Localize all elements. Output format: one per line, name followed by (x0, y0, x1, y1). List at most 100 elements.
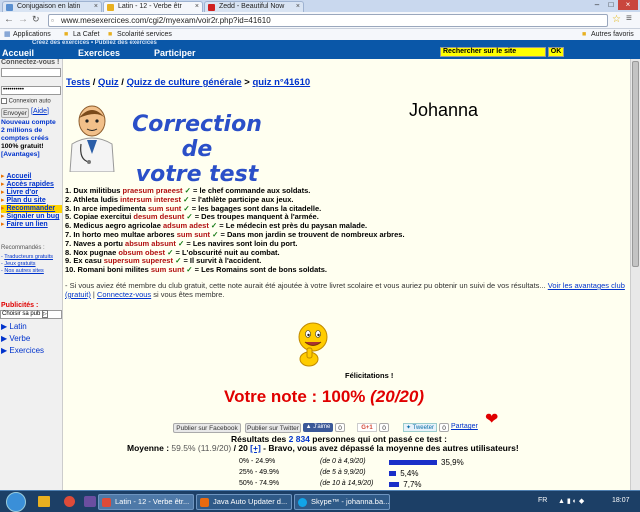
answer-suffix: = Des troupes manquent à l'armée. (192, 212, 319, 222)
explorer-icon[interactable] (38, 496, 50, 507)
password-mask: •••••••••• (3, 87, 25, 93)
nav-exercices[interactable]: Exercices (78, 48, 120, 58)
sidebar-item-plan[interactable]: Plan du site (6, 197, 45, 204)
promo-line[interactable]: Nouveau compte (1, 119, 62, 127)
search-input[interactable]: Rechercher sur le site (440, 47, 546, 57)
gplus-button[interactable]: G+1 (357, 423, 377, 432)
auto-login-checkbox[interactable] (1, 98, 7, 104)
sidebar-item-recommander[interactable]: Recommander (6, 205, 55, 212)
search-button[interactable]: OK (548, 47, 564, 57)
share-facebook-button[interactable]: Publier sur Facebook (173, 423, 241, 433)
bookmarks-bar: ▦ Applications ■ La Cafet ■ Scolarité se… (0, 29, 640, 40)
bookmark-scolarite[interactable]: Scolarité services (117, 29, 172, 40)
reload-icon[interactable]: ↻ (32, 14, 40, 25)
menu-icon[interactable]: ≡ (626, 13, 632, 24)
star-icon[interactable]: ☆ (612, 14, 621, 25)
stat-percent: 5,4% (400, 469, 419, 478)
breadcrumb-current[interactable]: quiz n°41610 (252, 77, 310, 88)
share-twitter-button[interactable]: Publier sur Twitter (245, 423, 301, 433)
stat-bar (389, 471, 397, 476)
close-icon[interactable]: × (296, 2, 300, 12)
answer-row: 5. Copiae exercitui desum desunt ✓ = Des… (65, 212, 319, 221)
stat-bar (389, 460, 437, 465)
language-indicator[interactable]: FR (538, 497, 547, 504)
browser-tab[interactable]: Zedd - Beautiful Now × (204, 1, 304, 12)
close-icon[interactable]: × (94, 2, 98, 12)
average-value: 59.5% (11.9/20) (171, 443, 232, 453)
help-link[interactable]: [Aide] (31, 108, 49, 115)
stat-detail: (de 10 à 14,9/20) (320, 480, 374, 487)
page-scrollbar[interactable] (630, 59, 640, 490)
recommend-link[interactable]: Traducteurs gratuits (4, 254, 53, 260)
taskbar-item[interactable]: Java Auto Updater d... (196, 494, 292, 510)
sidebar-item-acces-rapides[interactable]: Accès rapides (6, 181, 53, 188)
average-more-link[interactable]: [+] (250, 443, 261, 453)
like-label: J'aime (313, 424, 331, 430)
answer-prefix: 9. Ex casu (65, 256, 104, 266)
password-field[interactable]: •••••••••• (1, 86, 61, 95)
login-link[interactable]: Connectez-vous (97, 290, 151, 299)
maximize-icon[interactable]: □ (604, 0, 618, 10)
chrome-icon[interactable] (64, 496, 75, 507)
url-input[interactable]: ▫ www.mesexercices.com/cgi2/myexam/voir2… (48, 14, 608, 27)
bookmark-la-cafet[interactable]: La Cafet (73, 29, 99, 40)
tray-icons[interactable]: ▲ ▮ ◐ ◆ (558, 497, 584, 505)
category-verbe[interactable]: Verbe (9, 334, 30, 343)
stat-bar (389, 482, 400, 487)
sidebar-item-accueil[interactable]: Accueil (6, 173, 31, 180)
pub-select[interactable]: Choisir sa pub ▷ (0, 310, 62, 319)
minimize-icon[interactable]: – (590, 0, 604, 10)
stat-range: 0% - 24.9% (239, 458, 276, 465)
stat-percent: 35,9% (441, 458, 464, 467)
partager-link[interactable]: Partager (451, 423, 478, 430)
recommend-link[interactable]: Nos autres sites (4, 268, 43, 274)
answer-suffix: = l'athlète participe aux jeux. (189, 194, 294, 204)
answer-prefix: 6. Medicus aegro agricolae (65, 221, 163, 231)
taskbar: Latin - 12 - Verbe êtr... Java Auto Upda… (0, 490, 640, 512)
breadcrumb-tests[interactable]: Tests (66, 77, 90, 88)
scrollbar-thumb[interactable] (632, 61, 639, 267)
promo-line[interactable]: 2 millions de (1, 127, 62, 135)
facebook-like-button[interactable]: ▲ J'aime (303, 423, 333, 432)
promo-line[interactable]: comptes créés (1, 135, 62, 143)
bookmark-other[interactable]: Autres favoris (591, 29, 634, 40)
category-exercices[interactable]: Exercices (9, 346, 44, 355)
breadcrumb-culture[interactable]: Quizz de culture générale (127, 77, 242, 88)
taskbar-item[interactable]: Skype™ - johanna.ba... (294, 494, 390, 510)
browser-tab-strip: Conjugaison en latin × Latin - 12 - Verb… (0, 0, 640, 12)
start-button[interactable] (6, 492, 26, 512)
sidebar-item-bug[interactable]: Signaler un bug (6, 213, 59, 220)
clock: 18:07 (612, 497, 630, 504)
close-icon[interactable]: × (195, 2, 199, 12)
answer-row: 10. Romani boni milites sum sunt ✓ = Les… (65, 265, 327, 274)
app-icon[interactable] (84, 496, 96, 507)
bookmark-applications[interactable]: Applications (13, 29, 51, 40)
forward-icon[interactable]: → (18, 14, 28, 25)
stat-detail: (de 0 à 4,9/20) (320, 458, 366, 465)
category-latin[interactable]: Latin (9, 322, 26, 331)
taskbar-item[interactable]: Latin - 12 - Verbe êtr... (98, 494, 194, 510)
send-button[interactable]: Envoyer (1, 108, 29, 118)
average-sep: / 20 (231, 443, 251, 453)
tweet-button[interactable]: ✦ Tweeter (403, 423, 437, 432)
browser-tab[interactable]: Conjugaison en latin × (2, 1, 102, 12)
answer-value: supersum superest (103, 256, 173, 266)
username-field[interactable] (1, 68, 61, 77)
back-icon[interactable]: ← (4, 14, 14, 25)
nav-accueil[interactable]: Accueil (2, 48, 34, 58)
answer-value: praesum praeest (122, 186, 183, 195)
sidebar-item-lien[interactable]: Faire un lien (6, 221, 47, 228)
breadcrumb-quiz[interactable]: Quiz (98, 77, 119, 88)
recommend-link[interactable]: Jeux gratuits (4, 261, 35, 267)
url-text: www.mesexercices.com/cgi2/myexam/voir2r.… (61, 16, 271, 25)
answer-suffix: = Il survit à l'accident. (181, 256, 262, 266)
browser-tab-active[interactable]: Latin - 12 - Verbe êtr × (103, 1, 203, 12)
nav-participer[interactable]: Participer (154, 48, 196, 58)
sidebar-item-livre-dor[interactable]: Livre d'or (6, 189, 38, 196)
stat-range: 25% - 49.9% (239, 469, 280, 476)
answer-value: adsum adest (162, 221, 209, 231)
answer-value: sum sunt (150, 265, 185, 275)
smiley-icon (295, 321, 331, 371)
window-close-icon[interactable]: × (618, 0, 638, 10)
advantages-link[interactable]: [Avantages] (1, 151, 62, 159)
